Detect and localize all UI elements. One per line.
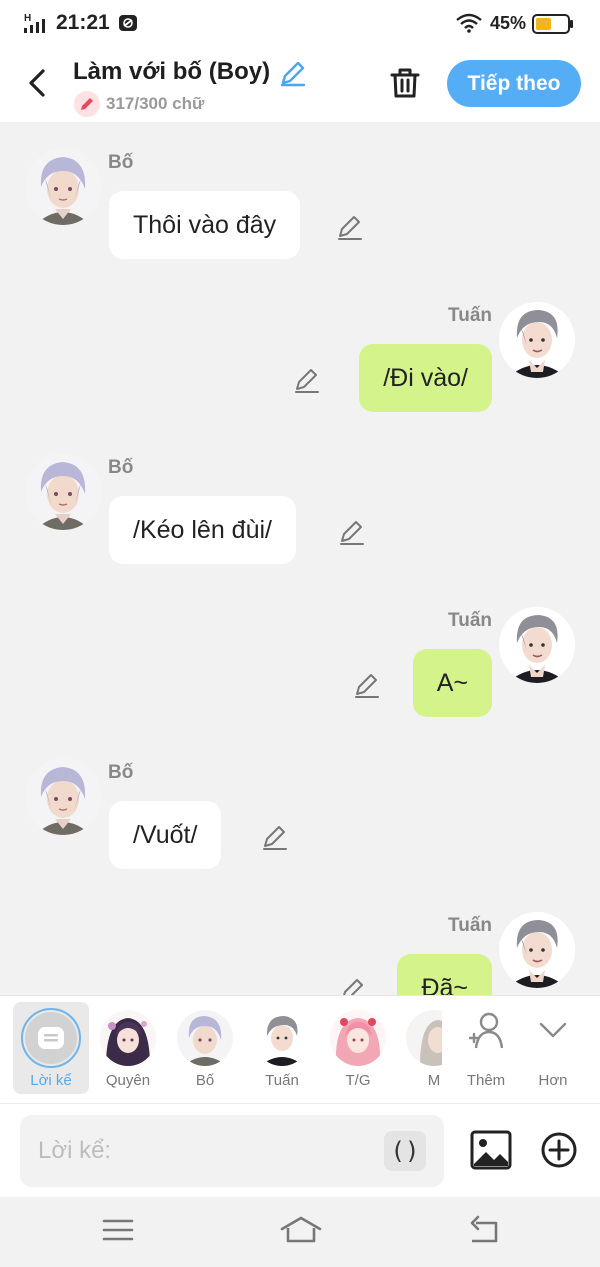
edit-title-icon[interactable] (278, 58, 308, 88)
add-character-button[interactable]: Thêm (454, 1002, 518, 1094)
chat-area: Bố Thôi vào đây Tuấn /Đi vào/ Bố /Kéo lê… (0, 122, 600, 995)
battery-percent: 45% (490, 13, 527, 33)
avatar (499, 607, 575, 683)
clock: 21:21 (56, 11, 110, 34)
character-narrator[interactable]: Lời kể (13, 1002, 89, 1094)
message-bubble[interactable]: /Đi vào/ (359, 344, 492, 412)
back-button[interactable] (18, 64, 56, 102)
chevron-down-icon (539, 1022, 567, 1038)
message-row: Tuấn /Đi vào/ (0, 122, 600, 412)
avatar (499, 302, 575, 378)
chevron-left-icon (29, 69, 45, 97)
character-quyen[interactable]: Quyên (90, 1002, 166, 1094)
action-parentheses-button[interactable]: () (384, 1131, 426, 1171)
edit-message-icon[interactable] (292, 365, 322, 395)
word-count: 317/300 chữ (106, 94, 205, 113)
sender-name: Tuấn (448, 915, 492, 936)
avatar (177, 1010, 233, 1066)
wifi-icon (456, 13, 482, 33)
avatar (406, 1010, 442, 1066)
edit-message-icon[interactable] (352, 670, 382, 700)
avatar (499, 912, 575, 988)
avatar (100, 1010, 156, 1066)
message-row: Tuấn A~ (0, 427, 600, 717)
message-bubble[interactable]: Đã~ (397, 954, 492, 995)
character-m[interactable]: M (396, 1002, 442, 1094)
trash-icon (390, 68, 420, 98)
character-label: Quyên (105, 1072, 151, 1089)
sync-icon (119, 15, 137, 31)
edit-message-icon[interactable] (338, 975, 368, 995)
character-label: Tuấn (265, 1072, 299, 1089)
character-label: M (427, 1072, 441, 1089)
story-title[interactable]: Làm với bố (Boy) (73, 58, 270, 86)
add-person-icon (468, 1012, 504, 1049)
signal-icon: H (24, 13, 45, 33)
pencil-icon (74, 91, 100, 117)
character-selector: Lời kể Quyên Bố Tuấn T/G M Thêm Hơn (0, 995, 600, 1103)
more-button[interactable]: Hơn (521, 1002, 585, 1094)
battery-icon (532, 14, 573, 34)
network-type: H (24, 13, 31, 24)
character-tuan[interactable]: Tuấn (244, 1002, 320, 1094)
message-bubble[interactable]: A~ (412, 649, 492, 717)
more-label: Hơn (538, 1072, 568, 1089)
back-nav-icon[interactable] (466, 1215, 502, 1245)
message-input-box: () (20, 1115, 444, 1187)
delete-button[interactable] (386, 64, 424, 102)
sender-name: Tuấn (448, 305, 492, 326)
character-label: T/G (345, 1072, 371, 1089)
avatar (254, 1010, 310, 1066)
image-icon[interactable] (470, 1130, 512, 1170)
message-row: Tuấn Đã~ (0, 732, 600, 995)
composer: () (0, 1103, 600, 1197)
next-button[interactable]: Tiếp theo (447, 60, 581, 107)
editor-header: Làm với bố (Boy) 317/300 chữ Tiếp theo (0, 48, 600, 122)
message-input[interactable] (38, 1115, 378, 1187)
add-label: Thêm (466, 1072, 506, 1089)
avatar (330, 1010, 386, 1066)
character-bo[interactable]: Bố (167, 1002, 243, 1094)
character-label: Lời kể (30, 1072, 72, 1089)
sender-name: Tuấn (448, 610, 492, 631)
status-bar: H 21:21 45% (0, 0, 600, 48)
character-tg[interactable]: T/G (320, 1002, 396, 1094)
system-nav-bar (0, 1197, 600, 1267)
menu-icon[interactable] (100, 1215, 136, 1245)
home-icon[interactable] (280, 1215, 322, 1245)
narrator-bubble-icon (21, 1008, 81, 1068)
character-label: Bố (195, 1072, 215, 1089)
add-circle-icon[interactable] (540, 1131, 578, 1169)
